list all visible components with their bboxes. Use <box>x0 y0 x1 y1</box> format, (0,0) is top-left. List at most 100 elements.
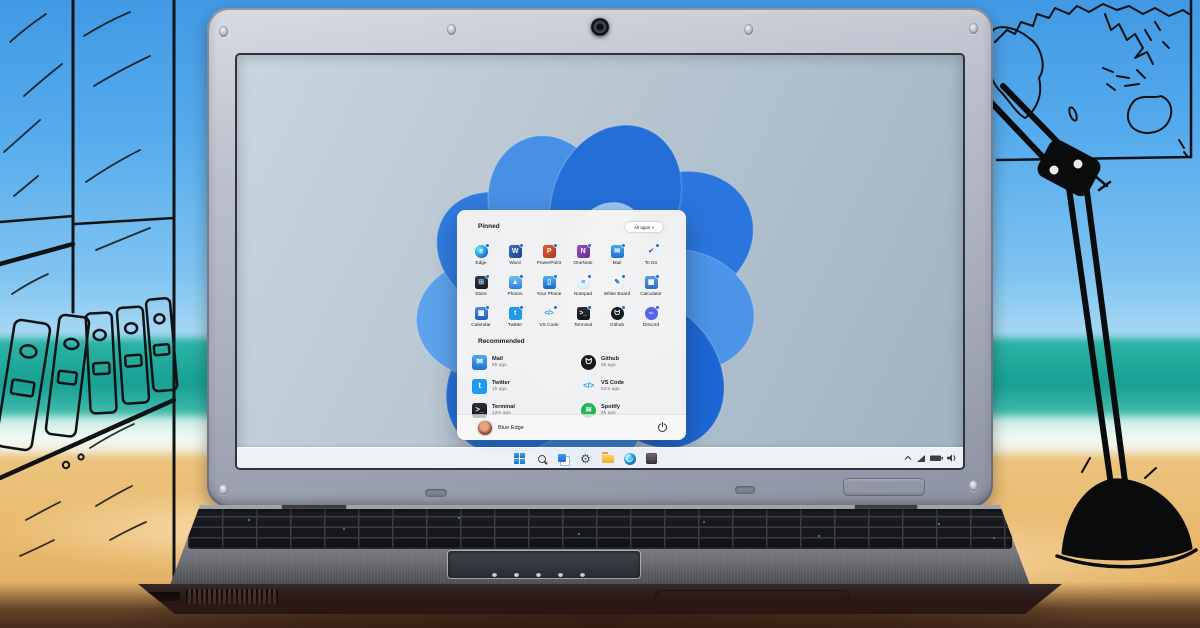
app-glyph: ▦ <box>478 310 484 317</box>
app-glyph: ✉ <box>476 358 482 366</box>
recommended-item-time: 1h ago <box>492 387 510 392</box>
pinned-app-tile[interactable]: W Word <box>498 243 532 274</box>
pinned-app-tile[interactable]: ▦ Calculator <box>634 274 668 305</box>
pinned-app-tile[interactable]: P PowerPoint <box>532 243 566 274</box>
notification-dot-icon <box>622 306 626 310</box>
file-explorer-button[interactable] <box>601 452 614 465</box>
app-glyph: P <box>547 248 551 255</box>
app-glyph: ✔ <box>648 248 654 255</box>
pinned-app-tile[interactable]: >_ Terminal <box>566 305 600 336</box>
app-icon: ✉ <box>611 245 624 258</box>
recommended-item-name: Terminal <box>492 404 515 410</box>
app-label: Notepad <box>574 292 592 297</box>
pinned-app-tile[interactable]: ▲ Photos <box>498 274 532 305</box>
app-icon: ▯ <box>543 276 556 289</box>
notification-dot-icon <box>656 244 660 248</box>
recommended-item[interactable]: </> VS Code 51m ago <box>581 374 677 398</box>
network-icon <box>917 455 925 462</box>
app-label: Twitter <box>508 323 522 328</box>
recommended-item[interactable]: ᗢ Github 5h ago <box>581 350 677 374</box>
system-tray[interactable] <box>901 448 959 468</box>
notification-dot-icon <box>622 244 626 248</box>
notification-dot-icon <box>486 306 490 310</box>
pinned-app-tile[interactable]: t Twitter <box>498 305 532 336</box>
recommended-item-name: Mail <box>492 356 507 362</box>
beach-laptop-scene: Pinned All apps > e Edge W Word P PowerP… <box>0 0 1200 628</box>
pinned-app-tile[interactable]: ⌣ Discord <box>634 305 668 336</box>
user-name[interactable]: Blue Edge <box>498 425 524 431</box>
lock-app-button[interactable] <box>645 452 658 465</box>
pinned-app-tile[interactable]: ᗢ Github <box>600 305 634 336</box>
recommended-item-time: 51m ago <box>601 387 624 392</box>
app-label: Mail <box>613 261 622 266</box>
label-plate <box>843 478 925 496</box>
power-icon[interactable] <box>658 423 667 432</box>
edge-button[interactable] <box>623 452 636 465</box>
pinned-app-tile[interactable]: ✔ To Do <box>634 243 668 274</box>
gear-icon: ⚙ <box>580 453 591 465</box>
app-icon: ▦ <box>645 276 658 289</box>
app-icon: ▲ <box>509 276 522 289</box>
app-icon: ⌣ <box>645 307 658 320</box>
filing-cabinet-sketch <box>0 0 185 580</box>
app-label: Calculator <box>640 292 662 297</box>
recommended-item[interactable]: ✉ Mail 5h ago <box>472 350 581 374</box>
app-glyph: N <box>581 248 586 255</box>
start-button[interactable] <box>513 452 526 465</box>
settings-button[interactable]: ⚙ <box>579 452 592 465</box>
notification-dot-icon <box>588 244 592 248</box>
pinned-app-tile[interactable]: N OneNote <box>566 243 600 274</box>
pinned-app-tile[interactable]: ✉ Mail <box>600 243 634 274</box>
keyboard <box>188 509 1012 549</box>
screw-icon <box>447 24 456 35</box>
app-icon: ✉ <box>472 355 487 370</box>
app-icon: >_ <box>577 307 590 320</box>
recommended-item-name: Twitter <box>492 380 510 386</box>
pinned-app-tile[interactable]: ▦ Calendar <box>464 305 498 336</box>
notification-dot-icon <box>486 244 490 248</box>
notification-dot-icon <box>554 306 558 310</box>
app-icon: P <box>543 245 556 258</box>
folder-icon <box>602 454 614 463</box>
pinned-app-tile[interactable]: ▯ Your Phone <box>532 274 566 305</box>
app-icon: ⊞ <box>475 276 488 289</box>
app-label: OneNote <box>573 261 592 266</box>
pinned-app-tile[interactable]: ⊞ Store <box>464 274 498 305</box>
taskbar-icons: ⚙ <box>513 452 658 465</box>
app-glyph: t <box>514 310 516 317</box>
app-label: PowerPoint <box>537 261 562 266</box>
notification-dot-icon <box>588 306 592 310</box>
screw-icon <box>219 484 228 495</box>
app-glyph: ⊞ <box>478 279 484 286</box>
notification-dot-icon <box>554 275 558 279</box>
pinned-app-tile[interactable]: </> VS Code <box>532 305 566 336</box>
app-label: Edge <box>475 261 486 266</box>
app-icon: N <box>577 245 590 258</box>
pinned-app-tile[interactable]: e Edge <box>464 243 498 274</box>
notification-dot-icon <box>520 275 524 279</box>
all-apps-button[interactable]: All apps > <box>625 222 663 232</box>
pinned-apps-grid: e Edge W Word P PowerPoint N OneNote ✉ M… <box>464 243 679 336</box>
app-label: VS Code <box>539 323 558 328</box>
pinned-app-tile[interactable]: ✎ White Board <box>600 274 634 305</box>
lock-app-icon <box>646 453 657 464</box>
app-icon: ✔ <box>645 245 658 258</box>
task-view-button[interactable] <box>557 452 570 465</box>
pinned-app-tile[interactable]: ≡ Notepad <box>566 274 600 305</box>
recommended-item-name: Github <box>601 356 619 362</box>
latch <box>425 489 447 497</box>
app-glyph: </> <box>583 382 594 390</box>
notification-dot-icon <box>554 244 558 248</box>
notification-dot-icon <box>622 275 626 279</box>
recommended-item-name: Spotify <box>601 404 620 410</box>
app-label: Calendar <box>471 323 490 328</box>
recommended-item-name: VS Code <box>601 380 624 386</box>
pinned-section-label: Pinned <box>478 223 500 230</box>
start-menu-footer: Blue Edge <box>457 414 686 440</box>
app-glyph: W <box>512 248 518 255</box>
app-label: Terminal <box>574 323 592 328</box>
notification-dot-icon <box>520 306 524 310</box>
recommended-item[interactable]: t Twitter 1h ago <box>472 374 581 398</box>
user-avatar[interactable] <box>478 421 492 435</box>
search-button[interactable] <box>535 452 548 465</box>
